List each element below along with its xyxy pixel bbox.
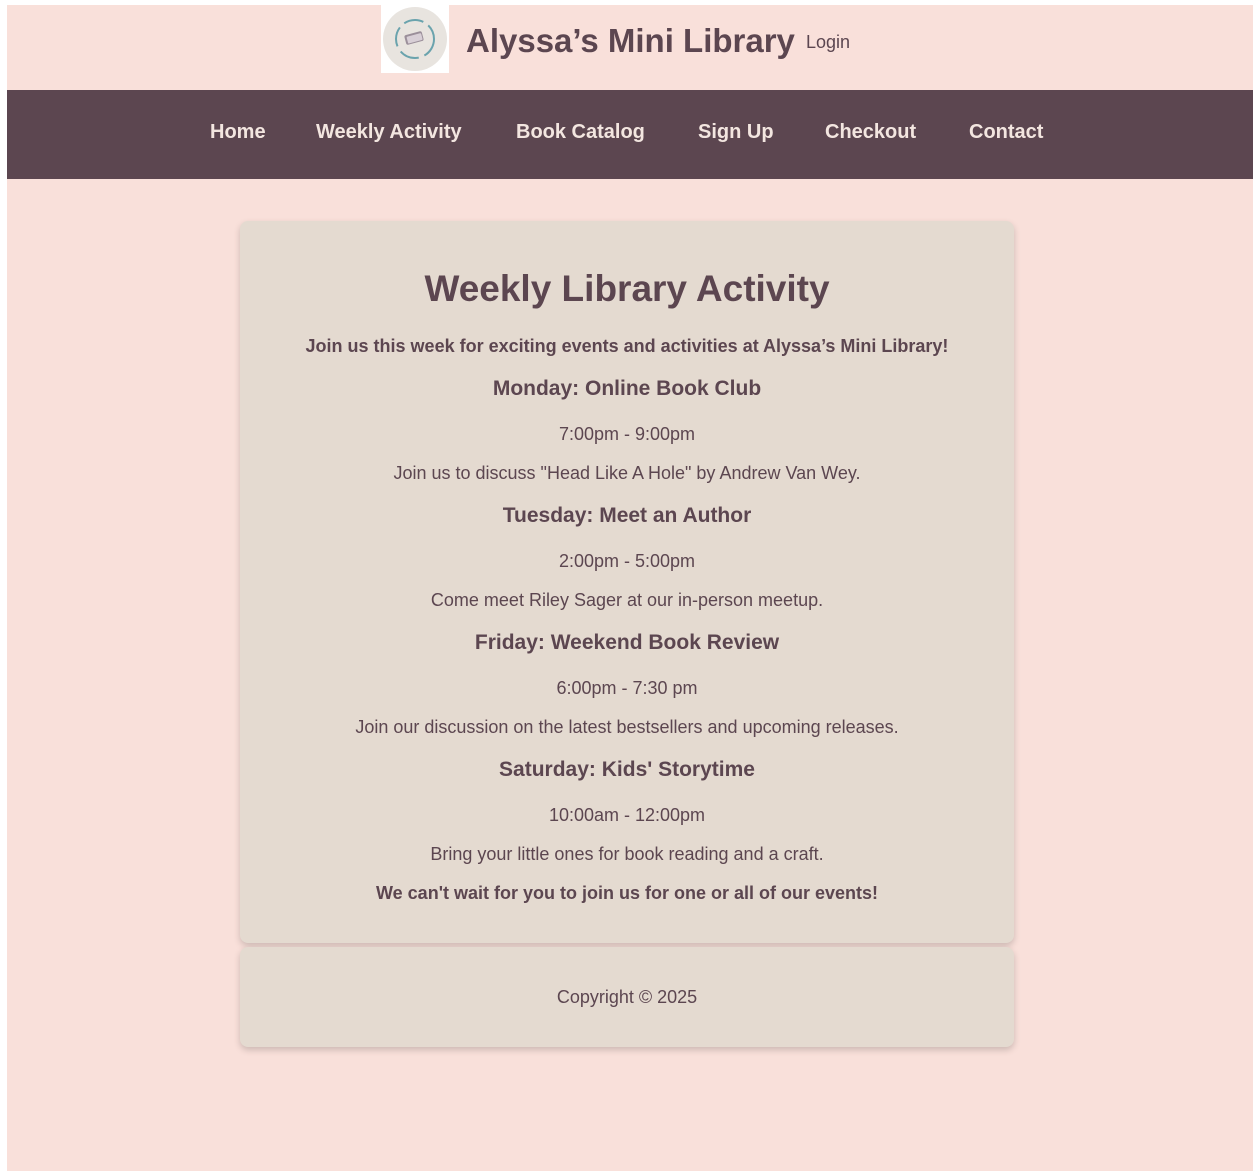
event-title: Tuesday: Meet an Author [502,504,752,527]
nav-home[interactable]: Home [210,121,266,144]
nav-checkout[interactable]: Checkout [825,121,916,144]
event-title: Monday: Online Book Club [492,377,762,400]
nav-sign-up[interactable]: Sign Up [698,121,774,144]
weekly-activity-card: Weekly Library Activity Join us this wee… [240,221,1014,943]
page: Alyssa’s Mini Library Login Home Weekly … [7,5,1253,1171]
intro-text: Join us this week for exciting events an… [305,336,949,356]
login-link[interactable]: Login [806,32,850,53]
event-title: Friday: Weekend Book Review [474,631,780,654]
closing-text: We can't wait for you to join us for one… [376,883,878,903]
site-header: Alyssa’s Mini Library Login [7,5,1253,90]
event-description: Join us to discuss "Head Like A Hole" by… [393,463,861,483]
footer-card: Copyright © 2025 [240,947,1014,1047]
event-time: 7:00pm - 9:00pm [558,424,696,444]
nav-weekly-activity[interactable]: Weekly Activity [316,121,462,144]
page-heading: Weekly Library Activity [424,268,830,309]
event-description: Come meet Riley Sager at our in-person m… [430,590,824,610]
event-title: Saturday: Kids' Storytime [499,758,755,781]
book-logo-icon [383,7,447,71]
main-nav: Home Weekly Activity Book Catalog Sign U… [7,90,1253,179]
site-title: Alyssa’s Mini Library [466,22,795,59]
copyright-text: Copyright © 2025 [556,987,698,1007]
nav-contact[interactable]: Contact [969,121,1043,144]
event-time: 10:00am - 12:00pm [548,805,706,825]
event-time: 6:00pm - 7:30 pm [556,678,698,698]
event-description: Bring your little ones for book reading … [430,844,824,864]
site-logo[interactable] [381,5,449,73]
nav-book-catalog[interactable]: Book Catalog [516,121,645,144]
event-time: 2:00pm - 5:00pm [558,551,696,571]
event-description: Join our discussion on the latest bestse… [355,717,899,737]
